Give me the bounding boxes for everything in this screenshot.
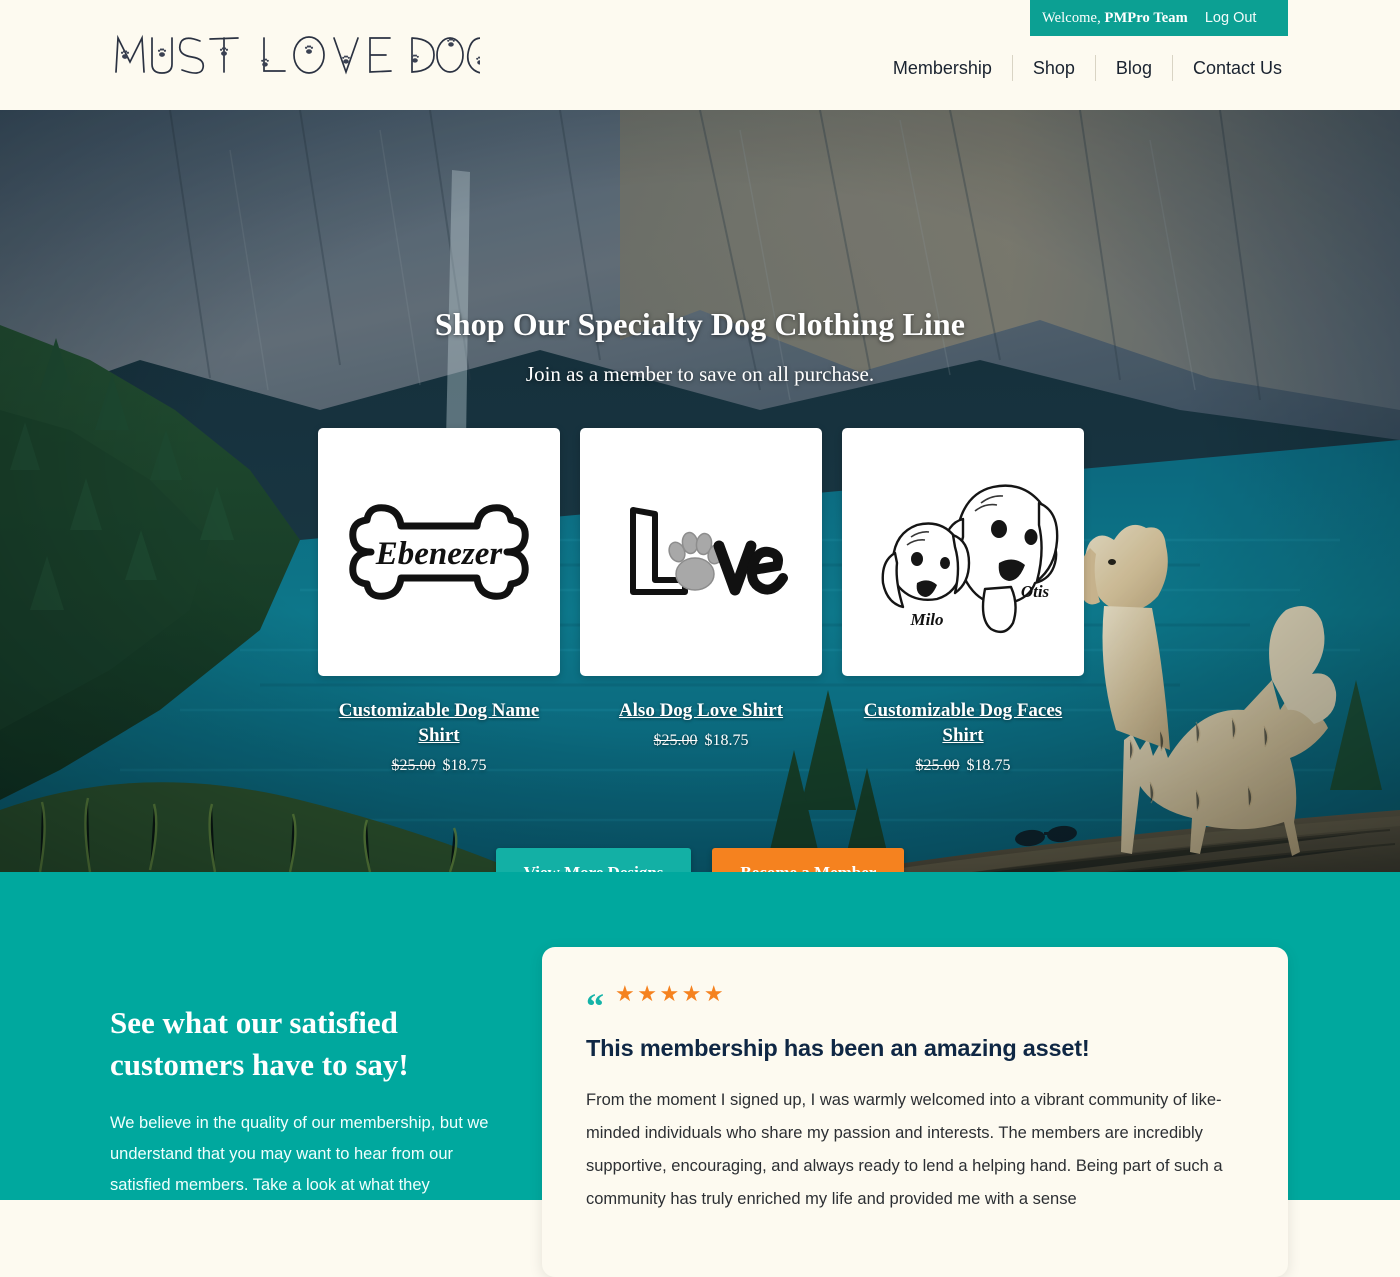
star-rating: ★★★★★ [615,981,726,1007]
quote-icon: “ [586,995,604,1017]
two-dog-faces-icon: Milo Otis [863,467,1063,637]
product-price-original: $25.00 [654,732,698,749]
product-price-original: $25.00 [916,757,960,774]
product-art-text: Ebenezer [375,536,504,572]
product-item: Ebenezer Customizable Dog Name Shirt $25… [318,428,560,775]
product-price-sale: $18.75 [705,732,749,749]
product-price: $25.00 $18.75 [842,757,1084,775]
logo-icon [110,26,480,82]
love-pawprint-icon [611,492,791,612]
product-title-link[interactable]: Customizable Dog Faces Shirt [842,698,1084,748]
product-card-dog-love-shirt[interactable] [580,428,822,676]
product-price: $25.00 $18.75 [580,732,822,750]
product-item: Also Dog Love Shirt $25.00 $18.75 [580,428,822,775]
nav-item-blog[interactable]: Blog [1096,53,1172,83]
testimonials-intro-text: We believe in the quality of our members… [110,1108,510,1200]
product-card-dog-name-shirt[interactable]: Ebenezer [318,428,560,676]
main-navigation: Membership Shop Blog Contact Us [873,53,1302,83]
dog-name-milo-label: Milo [909,610,943,629]
logout-link[interactable]: Log Out [1205,10,1257,26]
product-price-sale: $18.75 [967,757,1011,774]
testimonials-intro-block: See what our satisfied customers have to… [110,1002,510,1200]
welcome-greeting: Welcome, PMPro Team [1042,10,1188,27]
testimonial-title: This membership has been an amazing asse… [586,1035,1244,1062]
welcome-username: PMPro Team [1105,10,1188,26]
nav-item-contact-us[interactable]: Contact Us [1173,53,1302,83]
product-price: $25.00 $18.75 [318,757,560,775]
hero-section: Shop Our Specialty Dog Clothing Line Joi… [0,110,1400,872]
site-logo[interactable] [110,26,480,82]
nav-item-membership[interactable]: Membership [873,53,1012,83]
testimonial-body: From the moment I signed up, I was warml… [586,1084,1244,1216]
become-a-member-button[interactable]: Become a Member [712,848,904,872]
product-card-dog-faces-shirt[interactable]: Milo Otis [842,428,1084,676]
paw-decorations [121,39,480,67]
nav-item-shop[interactable]: Shop [1013,53,1095,83]
welcome-bar: Welcome, PMPro Team Log Out [1030,0,1288,36]
product-item: Milo Otis Customizable Dog Faces Shirt $… [842,428,1084,775]
product-title-link[interactable]: Also Dog Love Shirt [580,698,822,723]
hero-subtitle: Join as a member to save on all purchase… [0,362,1400,387]
dog-name-otis-label: Otis [1021,582,1050,601]
product-price-sale: $18.75 [443,757,487,774]
dog-bone-name-icon: Ebenezer [339,492,539,612]
view-more-designs-button[interactable]: View More Designs [496,848,692,872]
product-title-link[interactable]: Customizable Dog Name Shirt [318,698,560,748]
product-list: Ebenezer Customizable Dog Name Shirt $25… [318,428,1084,775]
hero-cta-group: View More Designs Become a Member [0,848,1400,872]
hero-title: Shop Our Specialty Dog Clothing Line [0,306,1400,343]
testimonial-card: “ ★★★★★ This membership has been an amaz… [542,947,1288,1277]
site-header: Welcome, PMPro Team Log Out [0,0,1400,110]
testimonial-card-header: “ ★★★★★ [586,981,1244,1007]
welcome-prefix: Welcome, [1042,10,1105,26]
testimonials-heading: See what our satisfied customers have to… [110,1002,510,1086]
product-price-original: $25.00 [392,757,436,774]
